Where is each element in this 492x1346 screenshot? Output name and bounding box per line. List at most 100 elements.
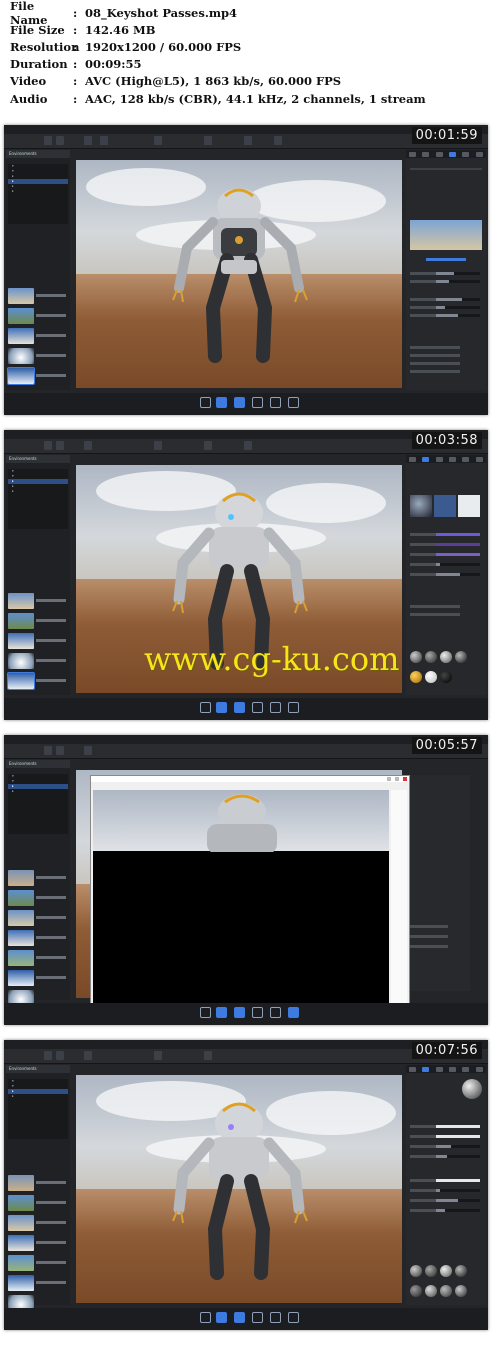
animation-icon[interactable] — [252, 702, 263, 713]
animation-icon[interactable] — [252, 1312, 263, 1323]
library-icon[interactable] — [216, 1007, 227, 1018]
toolbar-button[interactable] — [154, 441, 162, 450]
environment-thumbnail[interactable] — [8, 930, 34, 946]
toolbar-button[interactable] — [56, 441, 64, 450]
environment-thumbnail[interactable] — [8, 890, 34, 906]
render-output-window[interactable] — [90, 775, 410, 1015]
project-icon[interactable] — [234, 702, 245, 713]
maximize-icon[interactable] — [395, 777, 399, 781]
material-ball[interactable] — [410, 1265, 422, 1277]
toolbar-button[interactable] — [244, 136, 252, 145]
animation-icon[interactable] — [252, 397, 263, 408]
checkbox-row[interactable] — [410, 613, 460, 616]
render-icon[interactable] — [288, 1007, 299, 1018]
project-icon[interactable] — [234, 397, 245, 408]
import-icon[interactable] — [200, 1007, 211, 1018]
color-swatch[interactable] — [436, 543, 480, 546]
toolbar-button[interactable] — [204, 441, 212, 450]
tab-camera[interactable] — [462, 456, 470, 462]
environment-thumbnail[interactable] — [8, 593, 34, 609]
tab-scene[interactable] — [409, 1066, 417, 1072]
metal-coverage-slider[interactable] — [436, 1145, 480, 1148]
refractive-index-slider[interactable] — [436, 1199, 480, 1202]
environment-thumbnail[interactable] — [8, 613, 34, 629]
clearcoat-thickness-slider[interactable] — [436, 1209, 480, 1212]
toolbar-button[interactable] — [84, 1051, 92, 1060]
tab-camera[interactable] — [462, 1066, 470, 1072]
tree-row[interactable]: ▸ — [8, 489, 68, 494]
library-icon[interactable] — [216, 702, 227, 713]
toolbar-button[interactable] — [100, 136, 108, 145]
render-icon[interactable] — [288, 1312, 299, 1323]
close-icon[interactable] — [403, 777, 407, 781]
library-icon[interactable] — [216, 1312, 227, 1323]
tab-camera[interactable] — [462, 151, 470, 157]
toolbar-button[interactable] — [44, 746, 52, 755]
library-icon[interactable] — [216, 397, 227, 408]
toolbar-button[interactable] — [56, 1051, 64, 1060]
environment-thumbnail[interactable] — [8, 1195, 34, 1211]
toolbar-button[interactable] — [204, 1051, 212, 1060]
toolbar-button[interactable] — [56, 136, 64, 145]
checkbox-row[interactable] — [410, 605, 460, 608]
environment-thumbnail[interactable] — [8, 308, 34, 324]
material-ball[interactable] — [410, 671, 422, 683]
size-slider[interactable] — [436, 298, 480, 301]
tab-material[interactable] — [422, 456, 430, 462]
environment-thumbnail[interactable] — [8, 970, 34, 986]
brightness-slider[interactable] — [436, 272, 480, 275]
keyshotxr-icon[interactable] — [270, 1007, 281, 1018]
import-icon[interactable] — [200, 1312, 211, 1323]
material-ball[interactable] — [440, 651, 452, 663]
project-icon[interactable] — [234, 1007, 245, 1018]
color-swatch[interactable] — [436, 1135, 480, 1138]
keyshotxr-icon[interactable] — [270, 397, 281, 408]
environment-thumbnail[interactable] — [8, 870, 34, 886]
environment-thumbnail[interactable] — [7, 672, 35, 690]
toolbar-button[interactable] — [84, 441, 92, 450]
tab-image[interactable] — [475, 1066, 483, 1072]
toolbar-button[interactable] — [56, 746, 64, 755]
render-viewport[interactable] — [76, 160, 402, 388]
tree-row[interactable]: ▸ — [8, 789, 68, 794]
panel-subtab[interactable] — [426, 258, 466, 261]
color-swatch[interactable] — [436, 533, 480, 536]
import-icon[interactable] — [200, 397, 211, 408]
import-icon[interactable] — [200, 702, 211, 713]
environment-thumbnail[interactable] — [8, 950, 34, 966]
checkbox-row[interactable] — [410, 354, 460, 357]
toolbar-button[interactable] — [154, 136, 162, 145]
environment-thumbnail[interactable] — [8, 653, 34, 669]
environment-thumbnail[interactable] — [8, 288, 34, 304]
environment-thumbnail[interactable] — [8, 1255, 34, 1271]
material-ball[interactable] — [440, 1265, 452, 1277]
render-icon[interactable] — [288, 397, 299, 408]
material-ball[interactable] — [425, 1285, 437, 1297]
tab-material[interactable] — [422, 1066, 430, 1072]
toolbar-button[interactable] — [44, 136, 52, 145]
toolbar-button[interactable] — [44, 1051, 52, 1060]
tab-environment[interactable] — [435, 1066, 443, 1072]
toolbar-button[interactable] — [154, 1051, 162, 1060]
material-ball[interactable] — [455, 651, 467, 663]
material-ball[interactable] — [425, 1265, 437, 1277]
clearcoat-roughness-slider[interactable] — [436, 1189, 480, 1192]
environment-thumbnail[interactable] — [8, 348, 34, 364]
material-ball[interactable] — [425, 651, 437, 663]
render-icon[interactable] — [288, 702, 299, 713]
environment-thumbnail[interactable] — [8, 1215, 34, 1231]
material-ball[interactable] — [425, 671, 437, 683]
tab-lighting[interactable] — [449, 151, 457, 157]
material-ball[interactable] — [410, 651, 422, 663]
rotation-slider[interactable] — [436, 314, 480, 317]
environment-thumbnail[interactable] — [8, 633, 34, 649]
color-swatch[interactable] — [436, 1125, 480, 1128]
toolbar-button[interactable] — [244, 441, 252, 450]
toolbar-button[interactable] — [204, 136, 212, 145]
keyshotxr-icon[interactable] — [270, 702, 281, 713]
tab-lighting[interactable] — [449, 1066, 457, 1072]
environment-thumbnail[interactable] — [7, 367, 35, 385]
render-viewport[interactable] — [76, 1075, 402, 1303]
color-swatch[interactable] — [436, 1179, 480, 1182]
tab-material[interactable] — [422, 151, 430, 157]
